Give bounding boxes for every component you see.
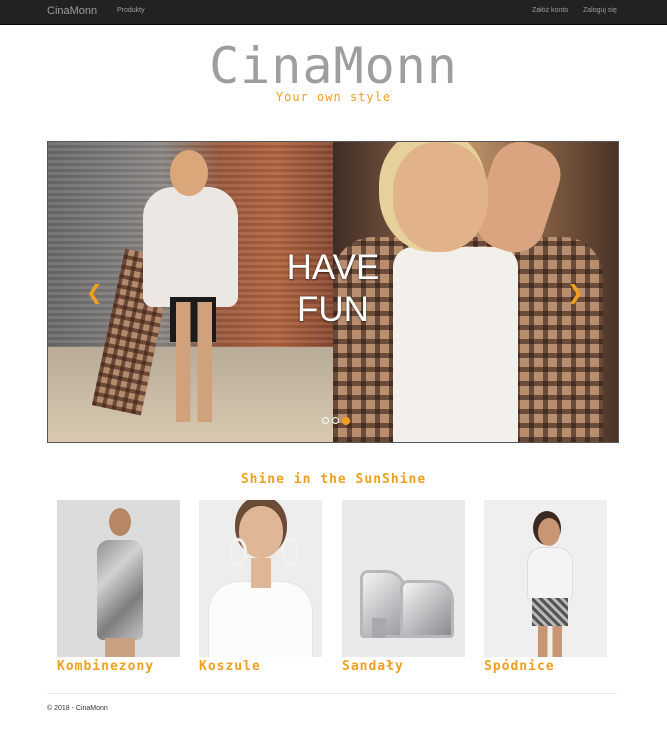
carousel-next-chevron-right-icon[interactable]: ❯ xyxy=(567,282,584,302)
footer-copyright: © 2018 - CinaMonn xyxy=(47,705,108,712)
carousel-indicator-2[interactable] xyxy=(332,417,339,424)
blouse-shape xyxy=(528,548,572,600)
carousel-indicator-3-active[interactable] xyxy=(342,417,350,425)
jumpsuit-shape xyxy=(97,540,143,640)
caption-line-2: FUN xyxy=(297,290,369,329)
neck-shape xyxy=(251,558,271,588)
model-head xyxy=(170,150,208,196)
product-image[interactable] xyxy=(484,500,607,657)
navbar-brand-link[interactable]: CinaMonn xyxy=(47,5,97,17)
nav-link-products[interactable]: Produkty xyxy=(117,7,145,14)
product-card-kombinezony[interactable]: Kombinezony xyxy=(57,500,180,674)
carousel-indicators xyxy=(322,417,350,425)
product-label[interactable]: Spódnice xyxy=(484,659,607,674)
earring-shape xyxy=(281,538,299,566)
top-navbar: CinaMonn Produkty Załóż konto Zaloguj si… xyxy=(0,0,667,25)
model-head xyxy=(393,142,488,252)
carousel-prev-chevron-left-icon[interactable]: ❮ xyxy=(86,282,103,302)
earring-shape xyxy=(229,538,247,566)
product-card-koszule[interactable]: Koszule xyxy=(199,500,322,674)
product-image[interactable] xyxy=(57,500,180,657)
product-card-spodnice[interactable]: Spódnice xyxy=(484,500,607,674)
carousel-indicator-1[interactable] xyxy=(322,417,329,424)
caption-line-1: HAVE xyxy=(286,248,380,287)
skirt-shape xyxy=(532,598,568,626)
product-label[interactable]: Kombinezony xyxy=(57,659,180,674)
shirt-shape xyxy=(209,582,312,657)
hero-carousel: HAVE FUN ❮ ❯ xyxy=(47,141,619,443)
product-label[interactable]: Sandały xyxy=(342,659,465,674)
footer-divider xyxy=(47,693,617,694)
legs-shape xyxy=(538,626,562,657)
head-shape xyxy=(538,518,560,546)
site-logo-title: CinaMonn xyxy=(209,37,458,95)
heel-shape xyxy=(372,618,386,638)
products-section-title: Shine in the SunShine xyxy=(240,472,427,487)
carousel-caption: HAVE FUN xyxy=(48,247,618,331)
nav-link-register[interactable]: Załóż konto xyxy=(532,7,568,14)
sandal-shape xyxy=(400,580,454,638)
product-label[interactable]: Koszule xyxy=(199,659,322,674)
product-card-sandaly[interactable]: Sandały xyxy=(342,500,465,674)
head-shape xyxy=(109,508,131,536)
product-image[interactable] xyxy=(342,500,465,657)
legs-shape xyxy=(105,638,135,657)
product-image[interactable] xyxy=(199,500,322,657)
nav-link-login[interactable]: Zaloguj się xyxy=(583,7,617,14)
site-tagline: Your own style xyxy=(275,90,392,104)
